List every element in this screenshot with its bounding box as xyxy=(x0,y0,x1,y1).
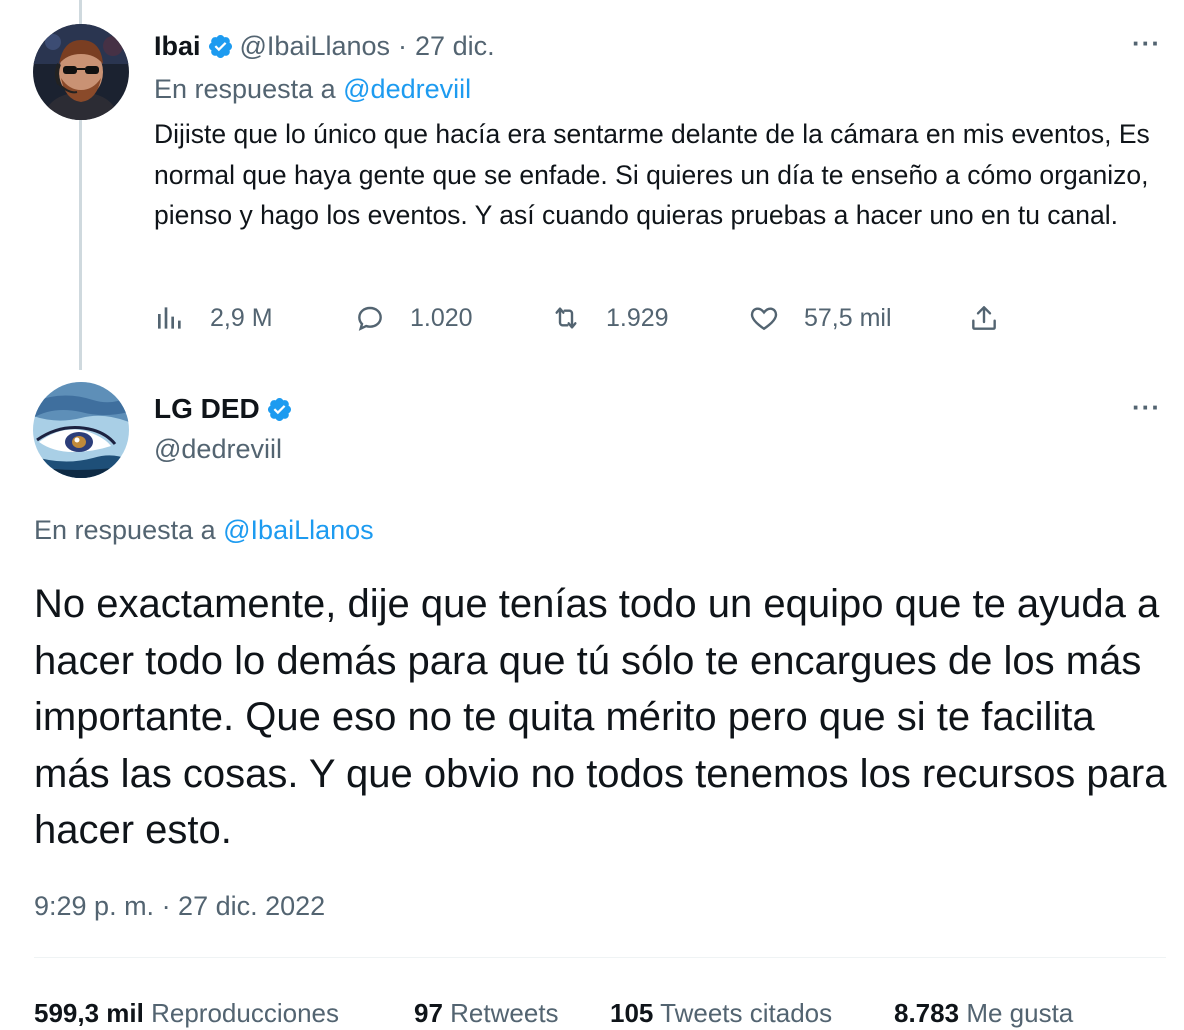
tweet1-reply-mention-link[interactable]: @dedreviil xyxy=(343,74,471,104)
retweets-stat-value: 97 xyxy=(414,998,443,1028)
tweet2-author-name[interactable]: LG DED xyxy=(154,392,260,426)
reply-button[interactable]: 1.020 xyxy=(354,298,473,338)
tweet1-action-bar: 2,9 M 1.020 1.929 57,5 mil xyxy=(154,298,1014,338)
views-stat[interactable]: 599,3 mil Reproducciones xyxy=(34,996,339,1030)
tweet1-date[interactable]: 27 dic. xyxy=(415,30,495,62)
bar-chart-icon xyxy=(158,307,181,329)
retweets-stat[interactable]: 97 Retweets xyxy=(414,996,559,1030)
tweet1-reply-context: En respuesta a @dedreviil xyxy=(154,73,471,105)
tweet1-header: Ibai @IbaiLlanos · 27 dic. xyxy=(154,30,495,62)
tweet2-author-handle[interactable]: @dedreviil xyxy=(154,433,282,465)
like-count: 57,5 mil xyxy=(804,303,892,332)
heart-icon xyxy=(750,307,778,331)
tweet2-text: No exactamente, dije que tenías todo un … xyxy=(34,582,1167,852)
retweet-count: 1.929 xyxy=(606,303,669,332)
ibai-avatar[interactable] xyxy=(33,24,129,120)
views-stat-value: 599,3 mil xyxy=(34,998,144,1028)
tweet2-reply-prefix: En respuesta a xyxy=(34,515,216,545)
share-upload-icon xyxy=(972,306,996,330)
likes-stat[interactable]: 8.783 Me gusta xyxy=(894,996,1073,1030)
lgded-avatar[interactable] xyxy=(33,382,129,478)
tweet2-reply-context: En respuesta a @IbaiLlanos xyxy=(34,514,374,546)
likes-stat-label: Me gusta xyxy=(966,998,1074,1028)
views-stat-label: Reproducciones xyxy=(151,998,339,1028)
verified-badge-icon xyxy=(267,397,291,421)
quote-tweets-stat[interactable]: 105 Tweets citados xyxy=(610,996,832,1030)
quote-tweets-stat-label: Tweets citados xyxy=(660,998,833,1028)
views-button[interactable]: 2,9 M xyxy=(154,298,273,338)
tweet2-timestamp[interactable]: 9:29 p. m. · 27 dic. 2022 xyxy=(34,889,325,923)
retweets-stat-label: Retweets xyxy=(450,998,559,1028)
reply-count: 1.020 xyxy=(410,303,473,332)
tweet1-more-options-button[interactable]: ··· xyxy=(1132,30,1161,56)
like-button[interactable]: 57,5 mil xyxy=(748,298,892,338)
tweet1-author-handle[interactable]: @IbaiLlanos xyxy=(240,30,391,62)
likes-stat-value: 8.783 xyxy=(894,998,960,1028)
tweet1-reply-prefix: En respuesta a xyxy=(154,74,336,104)
retweet-button[interactable]: 1.929 xyxy=(550,298,669,338)
retweet-arrows-icon xyxy=(555,307,577,329)
tweet1-author-name[interactable]: Ibai xyxy=(154,30,201,62)
verified-badge-icon xyxy=(208,34,232,58)
tweet2-more-options-button[interactable]: ··· xyxy=(1132,394,1161,420)
tweet1-text: Dijiste que lo único que hacía era senta… xyxy=(154,119,1150,230)
tweet2-reply-mention-link[interactable]: @IbaiLlanos xyxy=(223,515,374,545)
tweet2-author-name-row: LG DED xyxy=(154,392,299,426)
quote-tweets-stat-value: 105 xyxy=(610,998,654,1028)
share-button[interactable] xyxy=(968,298,1024,338)
views-count: 2,9 M xyxy=(210,303,273,332)
tweet1-dot-separator: · xyxy=(398,31,408,61)
speech-bubble-icon xyxy=(358,306,382,331)
ibai-avatar-image xyxy=(33,24,129,120)
stats-divider xyxy=(34,957,1166,958)
lgded-avatar-image xyxy=(33,382,129,478)
